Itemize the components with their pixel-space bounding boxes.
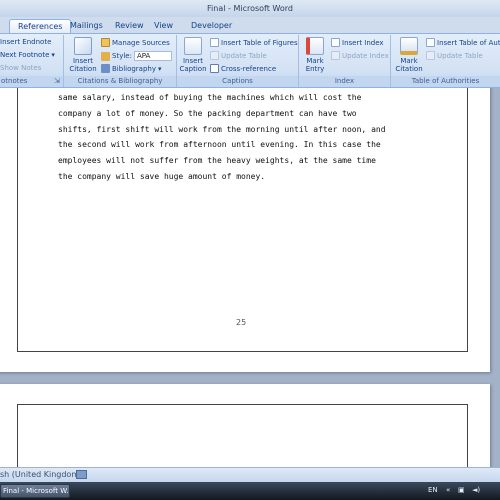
insert-index-icon [331,38,340,47]
tray-arrow-icon[interactable]: « [446,486,450,494]
page-margin-guide [17,404,468,467]
update-table-icon [210,51,219,60]
text-line: the second will work from afternoon unti… [58,140,381,150]
citations-group: Insert Citation Manage Sources Style: AP… [64,35,177,87]
mark-citation-button[interactable]: Mark Citation [393,37,425,73]
authorities-group-label: Table of Authorities [391,76,500,87]
taskbar-word-button[interactable]: Final - Microsoft W... [0,484,70,498]
index-group-label: Index [299,76,390,87]
text-line: same salary, instead of buying the machi… [58,93,362,102]
bibliography-icon [101,64,110,73]
show-notes-label: Show Notes [0,64,42,72]
window-title: Final - Microsoft Word [207,4,293,13]
bibliography-label: Bibliography [112,64,156,73]
update-index-label: Update Index [342,51,389,60]
insert-endnote-button[interactable]: Insert Endnote [0,38,51,46]
update-authorities-table-label: Update Table [437,51,483,60]
update-authorities-table-button[interactable]: Update Table [426,51,483,60]
insert-table-of-authorities-button[interactable]: Insert Table of Auth [426,38,500,47]
next-page[interactable] [0,384,490,467]
insert-index-label: Insert Index [342,38,384,47]
mark-entry-label: Mark Entry [305,57,325,73]
text-line: shifts, first shift will work from the m… [58,124,386,134]
index-group: Mark Entry Insert Index Update Index Ind… [299,35,391,87]
authorities-group: Mark Citation Insert Table of Auth Updat… [391,35,500,87]
ribbon-tab-row: References Mailings Review View Develope… [0,17,500,33]
insert-caption-button[interactable]: Insert Caption [179,37,207,73]
style-icon [101,51,110,61]
network-icon[interactable]: ▣ [458,486,465,494]
cross-reference-button[interactable]: Cross-reference [210,64,276,73]
caption-icon [184,37,202,55]
bibliography-button[interactable]: Bibliography ▾ [101,64,162,73]
text-line: the company will save huge amount of mon… [58,171,266,181]
text-line: company a lot of money. So the packing d… [58,108,357,118]
citations-group-label: Citations & Bibliography [64,76,176,87]
update-index-icon [331,51,340,60]
proofing-icon[interactable] [76,470,87,479]
insert-table-of-authorities-label: Insert Table of Auth [437,38,500,47]
tab-mailings[interactable]: Mailings [62,19,111,33]
tab-review[interactable]: Review [107,19,152,33]
insert-endnote-label: Insert Endnote [0,38,52,46]
update-index-button[interactable]: Update Index [331,51,389,60]
insert-table-of-figures-label: Insert Table of Figures [221,38,298,47]
footnotes-group: Insert Endnote Next Footnote ▾ Show Note… [0,35,64,87]
insert-caption-label: Insert Caption [179,57,207,73]
citation-icon [74,37,92,55]
style-label: Style: [112,52,132,60]
footnotes-group-label-text: otnotes [1,77,28,85]
tab-developer[interactable]: Developer [183,19,240,33]
taskbar: Final - Microsoft W... EN « ▣ ◄) [0,482,500,500]
update-table-button[interactable]: Update Table [210,51,267,60]
show-notes-button[interactable]: Show Notes [0,64,41,72]
table-of-figures-icon [210,38,219,47]
mark-citation-icon [400,37,418,55]
update-table-label: Update Table [221,51,267,60]
status-bar: sh (United Kingdom) [0,467,500,482]
mark-entry-icon [306,37,324,55]
footnotes-group-label: otnotes ⇲ [0,76,63,87]
document-area[interactable]: same salary, instead of buying the machi… [0,88,500,467]
cross-reference-icon [210,64,219,73]
insert-citation-button[interactable]: Insert Citation [67,37,99,73]
cross-reference-label: Cross-reference [221,64,277,73]
next-footnote-label: Next Footnote [0,51,50,59]
insert-table-of-figures-button[interactable]: Insert Table of Figures [210,38,298,47]
captions-group-label: Captions [177,76,298,87]
taskbar-word-label: Final - Microsoft W... [3,487,70,495]
next-footnote-button[interactable]: Next Footnote ▾ [0,51,55,59]
ribbon: Insert Endnote Next Footnote ▾ Show Note… [0,33,500,88]
chevron-down-icon: ▾ [158,64,162,73]
body-text[interactable]: same salary, instead of buying the machi… [58,90,434,185]
page-number: 25 [236,318,247,327]
dialog-launcher-icon[interactable]: ⇲ [54,76,60,87]
captions-group: Insert Caption Insert Table of Figures U… [177,35,299,87]
insert-index-button[interactable]: Insert Index [331,38,384,47]
update-table-icon [426,51,435,60]
language-bar[interactable]: EN [428,486,438,494]
manage-sources-label: Manage Sources [112,38,170,47]
style-dropdown[interactable]: APA [133,51,172,61]
manage-sources-icon [101,38,110,47]
chevron-down-icon: ▾ [51,51,55,59]
table-of-authorities-icon [426,38,435,47]
manage-sources-button[interactable]: Manage Sources [101,38,170,47]
mark-entry-button[interactable]: Mark Entry [301,37,329,73]
page[interactable]: same salary, instead of buying the machi… [0,88,490,372]
title-bar: Final - Microsoft Word [0,0,500,17]
mark-citation-label: Mark Citation [395,57,423,73]
insert-citation-label: Insert Citation [69,57,97,73]
tab-view[interactable]: View [146,19,181,33]
text-line: employees will not suffer from the heavy… [58,156,376,166]
language-indicator[interactable]: sh (United Kingdom) [0,470,82,479]
style-select[interactable]: Style: APA [101,51,172,61]
volume-icon[interactable]: ◄) [472,486,480,494]
